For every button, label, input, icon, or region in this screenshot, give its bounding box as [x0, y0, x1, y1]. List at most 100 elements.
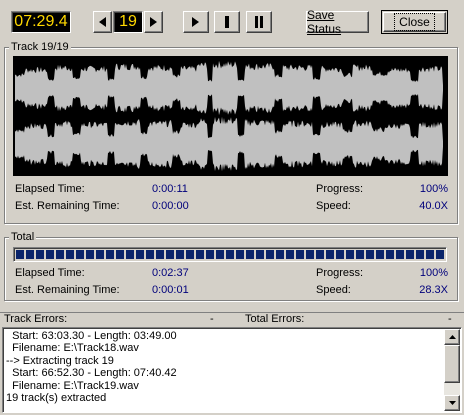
progress-block [86, 250, 94, 259]
progress-block [296, 250, 304, 259]
track-progress-label: Progress: [316, 183, 364, 195]
progress-block [346, 250, 354, 259]
total-remaining-label: Est. Remaining Time: [15, 284, 120, 296]
scroll-thumb[interactable] [444, 345, 460, 383]
waveform-graph [15, 60, 443, 172]
track-remaining-label: Est. Remaining Time: [15, 200, 120, 212]
total-group-title: Total [9, 231, 37, 243]
progress-block [226, 250, 234, 259]
progress-block [396, 250, 404, 259]
triangle-left-icon [98, 17, 106, 27]
track-speed-value: 40.0X [419, 200, 448, 212]
track-number-display: 19 [113, 11, 143, 33]
progress-block [166, 250, 174, 259]
progress-block [246, 250, 254, 259]
save-status-button[interactable]: Save Status [306, 8, 369, 36]
total-errors-value: - [448, 313, 452, 325]
log-list[interactable]: Start: 63:03.30 - Length: 03:49.00 Filen… [2, 327, 462, 413]
total-speed-label: Speed: [316, 284, 351, 296]
stop-button[interactable] [214, 11, 240, 33]
progress-block [286, 250, 294, 259]
time-display: 07:29.4 [11, 11, 71, 33]
triangle-right-icon [149, 17, 157, 27]
progress-block [136, 250, 144, 259]
track-elapsed-value: 0:00:11 [152, 183, 188, 195]
next-track-button[interactable] [144, 11, 163, 33]
arrow-up-icon [448, 335, 456, 339]
progress-block [26, 250, 34, 259]
log-line: Filename: E:\Track19.wav [6, 379, 139, 392]
progress-block [356, 250, 364, 259]
progress-block [46, 250, 54, 259]
progress-block [36, 250, 44, 259]
track-errors-label: Track Errors: [4, 313, 68, 325]
progress-block [366, 250, 374, 259]
track-errors-value: - [210, 313, 214, 325]
progress-block [266, 250, 274, 259]
log-line: 19 track(s) extracted [6, 392, 107, 405]
progress-block [326, 250, 334, 259]
total-remaining-value: 0:00:01 [152, 284, 189, 296]
progress-block [406, 250, 414, 259]
progress-block [156, 250, 164, 259]
total-elapsed-value: 0:02:37 [152, 267, 189, 279]
stop-icon [225, 16, 229, 28]
progress-block [126, 250, 134, 259]
progress-block [436, 250, 444, 259]
progress-block [66, 250, 74, 259]
progress-block [56, 250, 64, 259]
progress-block [106, 250, 114, 259]
scroll-up-button[interactable] [444, 329, 460, 345]
close-button[interactable]: Close [381, 10, 448, 34]
total-progress-label: Progress: [316, 267, 364, 279]
total-progress-fill [16, 250, 444, 259]
play-button[interactable] [183, 11, 209, 33]
progress-block [386, 250, 394, 259]
log-scrollbar[interactable] [444, 329, 460, 411]
progress-block [426, 250, 434, 259]
progress-block [146, 250, 154, 259]
track-progress-value: 100% [419, 183, 448, 195]
close-label: Close [394, 13, 435, 31]
save-status-label: Save Status [307, 8, 342, 36]
log-line: Filename: E:\Track18.wav [6, 342, 139, 355]
scroll-down-button[interactable] [444, 395, 460, 411]
total-speed-value: 28.3X [419, 284, 448, 296]
progress-block [76, 250, 84, 259]
progress-block [316, 250, 324, 259]
previous-track-button[interactable] [93, 11, 112, 33]
progress-block [306, 250, 314, 259]
errors-status-bar [0, 312, 464, 326]
waveform-display [13, 56, 448, 176]
progress-block [186, 250, 194, 259]
log-line: --> Extracting track 19 [6, 354, 114, 367]
log-line: Start: 66:52.30 - Length: 07:40.42 [6, 367, 177, 380]
track-remaining-value: 0:00:00 [152, 200, 189, 212]
log-line: Start: 63:03.30 - Length: 03:49.00 [6, 330, 177, 342]
progress-block [196, 250, 204, 259]
progress-block [256, 250, 264, 259]
progress-block [376, 250, 384, 259]
total-progress-value: 100% [419, 267, 448, 279]
pause-icon [255, 16, 263, 28]
progress-block [276, 250, 284, 259]
progress-block [96, 250, 104, 259]
track-speed-label: Speed: [316, 200, 351, 212]
pause-button[interactable] [246, 11, 272, 33]
progress-block [116, 250, 124, 259]
waveform-left-channel [15, 60, 443, 116]
progress-block [336, 250, 344, 259]
progress-block [176, 250, 184, 259]
waveform-right-channel [15, 116, 443, 172]
track-group-title: Track 19/19 [9, 41, 71, 53]
play-icon [192, 17, 199, 27]
track-elapsed-label: Elapsed Time: [15, 183, 85, 195]
total-elapsed-label: Elapsed Time: [15, 267, 85, 279]
arrow-down-icon [448, 401, 456, 405]
progress-block [416, 250, 424, 259]
progress-block [206, 250, 214, 259]
total-errors-label: Total Errors: [245, 313, 305, 325]
total-progress-bar [13, 247, 447, 262]
progress-block [216, 250, 224, 259]
progress-block [236, 250, 244, 259]
